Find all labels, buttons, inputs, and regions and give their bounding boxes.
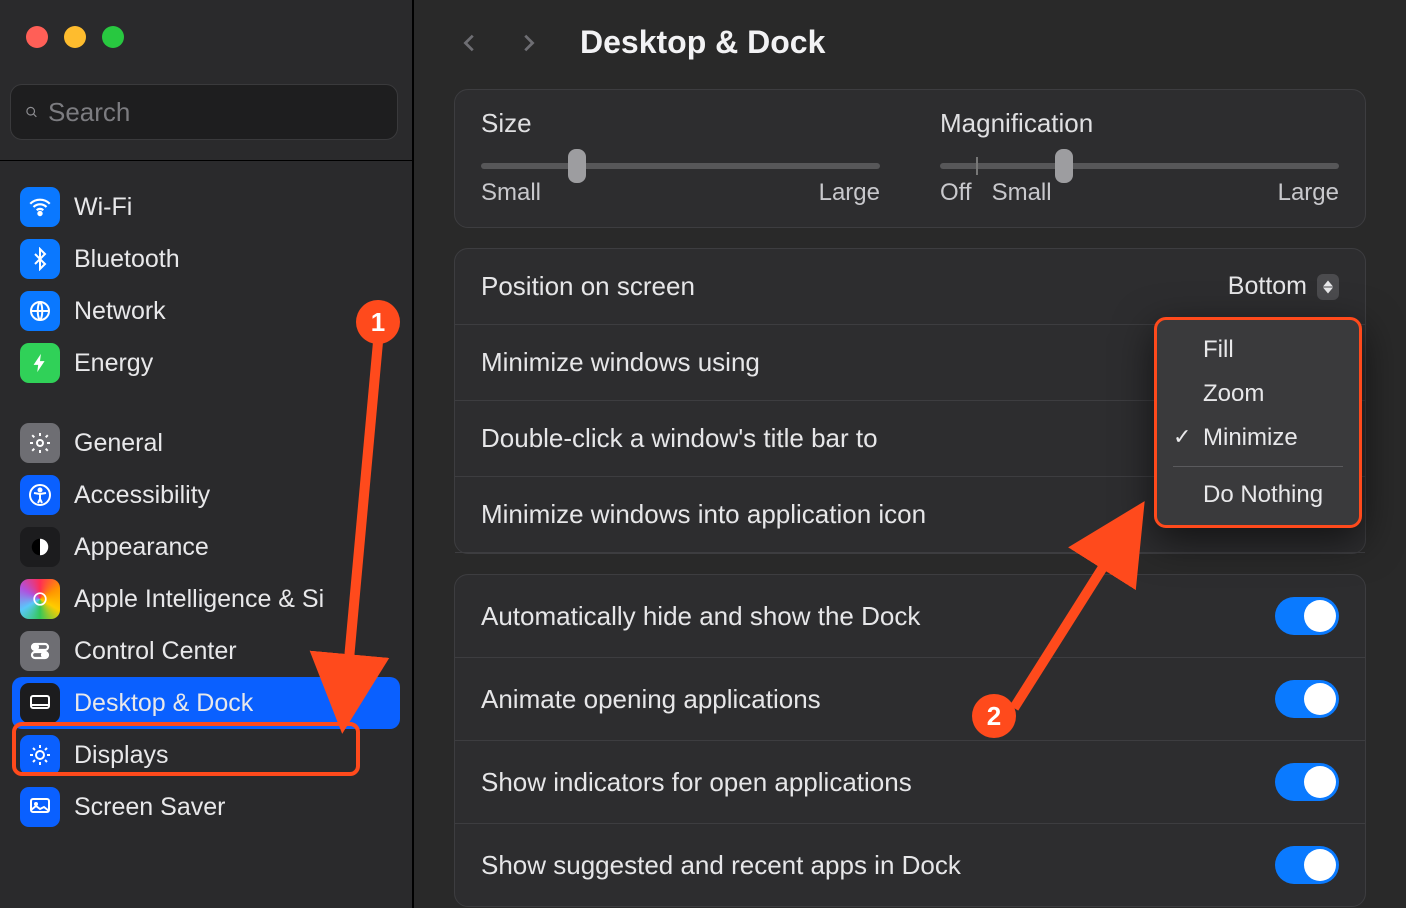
desktop-dock-icon (20, 683, 60, 723)
gear-icon (20, 423, 60, 463)
search-input[interactable] (48, 97, 383, 128)
row-autohide-dock: Automatically hide and show the Dock (455, 575, 1365, 658)
row-label: Show indicators for open applications (481, 767, 912, 798)
sidebar-item-control-center[interactable]: Control Center (12, 625, 400, 677)
size-slider-block: Size Small Large (481, 108, 880, 207)
sidebar-item-general[interactable]: General (12, 417, 400, 469)
dock-behavior-panel: Position on screen Bottom Minimize windo… (454, 248, 1366, 554)
sidebar-item-screen-saver[interactable]: Screen Saver (12, 781, 400, 833)
sidebar-item-appearance[interactable]: Appearance (12, 521, 400, 573)
sidebar-nav: Wi-Fi Bluetooth Network (0, 161, 412, 861)
sidebar-item-network[interactable]: Network (12, 285, 400, 337)
search-input-container[interactable] (10, 84, 398, 140)
magnification-slider[interactable] (940, 163, 1339, 169)
appearance-icon (20, 527, 60, 567)
magnification-slider-block: Magnification Off Small Large (940, 108, 1339, 207)
row-position-on-screen: Position on screen Bottom (455, 249, 1365, 325)
sidebar-item-label: General (74, 429, 163, 458)
search-icon (25, 99, 38, 125)
sidebar: Wi-Fi Bluetooth Network (0, 0, 414, 908)
bluetooth-icon (20, 239, 60, 279)
sidebar-item-wifi[interactable]: Wi-Fi (12, 181, 400, 233)
system-settings-window: Wi-Fi Bluetooth Network (0, 0, 1406, 908)
chevron-up-down-icon (1317, 274, 1339, 300)
row-label: Double-click a window's title bar to (481, 423, 878, 454)
animate-toggle[interactable] (1275, 680, 1339, 718)
main-header: Desktop & Dock (414, 0, 1406, 75)
magnification-slider-thumb[interactable] (1055, 149, 1073, 183)
displays-icon (20, 735, 60, 775)
sidebar-item-apple-intelligence[interactable]: Apple Intelligence & Si (12, 573, 400, 625)
control-center-icon (20, 631, 60, 671)
size-slider-min-label: Small (481, 179, 541, 207)
energy-icon (20, 343, 60, 383)
row-show-suggested: Show suggested and recent apps in Dock (455, 824, 1365, 906)
indicators-toggle[interactable] (1275, 763, 1339, 801)
row-label: Animate opening applications (481, 684, 821, 715)
sidebar-item-energy[interactable]: Energy (12, 337, 400, 389)
dropdown-option-zoom[interactable]: Zoom (1157, 372, 1359, 416)
size-slider-title: Size (481, 108, 880, 139)
sidebar-item-label: Displays (74, 741, 168, 770)
sidebar-item-label: Desktop & Dock (74, 689, 253, 718)
size-slider-max-label: Large (819, 179, 880, 207)
network-icon (20, 291, 60, 331)
magnification-small-label: Small (992, 179, 1052, 207)
annotation-marker-1: 1 (356, 300, 400, 344)
position-select[interactable]: Bottom (1228, 272, 1339, 301)
sidebar-item-displays[interactable]: Displays (12, 729, 400, 781)
size-slider-thumb[interactable] (568, 149, 586, 183)
screen-saver-icon (20, 787, 60, 827)
magnification-slider-title: Magnification (940, 108, 1339, 139)
dropdown-option-fill[interactable]: Fill (1157, 328, 1359, 372)
sidebar-item-label: Bluetooth (74, 245, 180, 274)
sidebar-item-desktop-dock[interactable]: Desktop & Dock (12, 677, 400, 729)
close-window-button[interactable] (26, 26, 48, 48)
sidebar-item-label: Apple Intelligence & Si (74, 585, 324, 614)
row-label: Automatically hide and show the Dock (481, 601, 920, 632)
row-label: Position on screen (481, 271, 695, 302)
row-label: Minimize windows using (481, 347, 760, 378)
double-click-dropdown: Fill Zoom Minimize Do Nothing (1154, 317, 1362, 528)
autohide-toggle[interactable] (1275, 597, 1339, 635)
sidebar-item-label: Control Center (74, 637, 237, 666)
row-show-indicators: Show indicators for open applications (455, 741, 1365, 824)
size-slider[interactable] (481, 163, 880, 169)
accessibility-icon (20, 475, 60, 515)
back-button[interactable] (454, 27, 486, 59)
row-animate-opening: Animate opening applications (455, 658, 1365, 741)
row-label: Show suggested and recent apps in Dock (481, 850, 961, 881)
sidebar-item-label: Energy (74, 349, 153, 378)
annotation-marker-2: 2 (972, 694, 1016, 738)
dropdown-separator (1173, 466, 1343, 467)
main-pane: Desktop & Dock Size Small Large (414, 0, 1406, 908)
apple-intelligence-icon (20, 579, 60, 619)
sidebar-item-label: Accessibility (74, 481, 210, 510)
sidebar-item-label: Wi-Fi (74, 193, 132, 222)
position-select-value: Bottom (1228, 272, 1307, 301)
dock-toggles-panel: Automatically hide and show the Dock Ani… (454, 574, 1366, 907)
dropdown-option-minimize[interactable]: Minimize (1157, 416, 1359, 460)
sidebar-item-label: Appearance (74, 533, 209, 562)
magnification-slider-off-tick (976, 157, 978, 175)
sidebar-item-label: Screen Saver (74, 793, 225, 822)
sidebar-item-accessibility[interactable]: Accessibility (12, 469, 400, 521)
suggested-toggle[interactable] (1275, 846, 1339, 884)
traffic-lights (0, 0, 412, 48)
wifi-icon (20, 187, 60, 227)
minimize-window-button[interactable] (64, 26, 86, 48)
zoom-window-button[interactable] (102, 26, 124, 48)
row-label: Minimize windows into application icon (481, 499, 926, 530)
sidebar-item-bluetooth[interactable]: Bluetooth (12, 233, 400, 285)
sidebar-item-label: Network (74, 297, 166, 326)
dock-size-panel: Size Small Large Magnification (454, 89, 1366, 228)
magnification-large-label: Large (1278, 179, 1339, 207)
dropdown-option-do-nothing[interactable]: Do Nothing (1157, 473, 1359, 517)
page-title: Desktop & Dock (580, 24, 825, 61)
forward-button[interactable] (512, 27, 544, 59)
magnification-off-label: Off (940, 179, 972, 207)
